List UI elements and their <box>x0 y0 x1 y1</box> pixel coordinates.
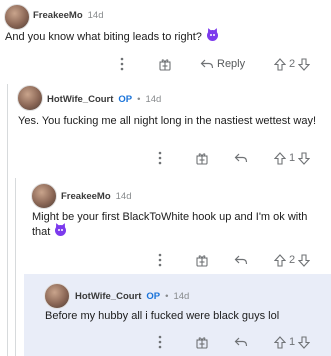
avatar[interactable] <box>4 4 30 30</box>
award-button[interactable] <box>195 334 209 350</box>
comment-actions: Reply 2 <box>0 56 331 72</box>
username[interactable]: HotWife_Court <box>75 291 141 302</box>
more-options-icon <box>158 253 162 267</box>
separator-dot: • <box>137 94 141 105</box>
comment-body: And you know what biting leads to right? <box>5 30 325 45</box>
separator-dot: • <box>165 291 169 302</box>
comment-actions: 1 <box>24 334 331 350</box>
reply-arrow-icon <box>234 255 248 265</box>
comment-meta: HotWife_Court OP • 14d <box>75 291 189 302</box>
more-options-icon <box>120 57 124 71</box>
comment-1: FreakeeMo 14d And you know what biting l… <box>0 0 331 84</box>
reply-button[interactable] <box>234 334 248 350</box>
reply-arrow-icon <box>200 59 214 69</box>
timestamp: 14d <box>173 291 190 302</box>
vote-count: 1 <box>289 336 296 348</box>
username[interactable]: HotWife_Court <box>47 94 113 105</box>
vote-control: 1 <box>274 150 311 166</box>
comment-meta: FreakeeMo 14d <box>61 191 132 202</box>
award-button[interactable] <box>195 150 209 166</box>
reply-label: Reply <box>217 58 246 70</box>
reply-arrow-icon <box>234 153 248 163</box>
timestamp: 14d <box>145 94 162 105</box>
award-button[interactable] <box>195 252 209 268</box>
award-button[interactable] <box>158 56 172 72</box>
upvote-icon[interactable] <box>274 335 286 349</box>
comment-body: Before my hubby all i fucked were black … <box>45 310 280 322</box>
more-options-icon <box>158 335 162 349</box>
comment-body: Might be your first BlackToWhite hook up… <box>32 211 308 238</box>
vote-count: 2 <box>289 58 296 70</box>
username[interactable]: FreakeeMo <box>33 10 83 21</box>
downvote-icon[interactable] <box>298 151 311 165</box>
username[interactable]: FreakeeMo <box>61 191 111 202</box>
comment-4: HotWife_Court OP • 14d Before my hubby a… <box>24 274 331 356</box>
vote-control: 1 <box>274 334 311 350</box>
more-options-button[interactable] <box>158 150 162 166</box>
gift-award-icon <box>196 337 208 349</box>
comment-body: Yes. You fucking me all night long in th… <box>18 115 316 127</box>
vote-count: 2 <box>289 254 296 266</box>
downvote-icon[interactable] <box>298 57 311 71</box>
upvote-icon[interactable] <box>274 57 286 71</box>
vote-control: 2 <box>274 56 311 72</box>
comment-meta: FreakeeMo 14d <box>33 10 104 21</box>
reply-button[interactable] <box>234 252 248 268</box>
gift-award-icon <box>196 255 208 267</box>
avatar[interactable] <box>44 283 70 309</box>
comment-meta: HotWife_Court OP • 14d <box>47 94 161 105</box>
vote-count: 1 <box>289 152 296 164</box>
comment-actions: 1 <box>0 150 331 166</box>
upvote-icon[interactable] <box>274 151 286 165</box>
vote-control: 2 <box>274 252 311 268</box>
comment-actions: 2 <box>0 252 331 268</box>
reply-button[interactable] <box>234 150 248 166</box>
avatar[interactable] <box>17 85 43 111</box>
more-options-button[interactable] <box>158 252 162 268</box>
comment-2: HotWife_Court OP • 14d Yes. You fucking … <box>0 84 331 178</box>
timestamp: 14d <box>87 10 104 21</box>
comment-3: FreakeeMo 14d Might be your first BlackT… <box>0 178 331 274</box>
op-badge: OP <box>146 291 161 302</box>
more-options-button[interactable] <box>120 56 124 72</box>
timestamp: 14d <box>115 191 132 202</box>
gift-award-icon <box>159 59 171 71</box>
reply-arrow-icon <box>234 337 248 347</box>
upvote-icon[interactable] <box>274 253 286 267</box>
devil-emoji-icon <box>55 225 67 236</box>
op-badge: OP <box>118 94 133 105</box>
gift-award-icon <box>196 153 208 165</box>
devil-emoji-icon <box>206 30 218 41</box>
avatar[interactable] <box>31 183 57 209</box>
reply-button[interactable]: Reply <box>200 56 245 72</box>
downvote-icon[interactable] <box>298 335 311 349</box>
more-options-icon <box>158 151 162 165</box>
downvote-icon[interactable] <box>298 253 311 267</box>
more-options-button[interactable] <box>158 334 162 350</box>
